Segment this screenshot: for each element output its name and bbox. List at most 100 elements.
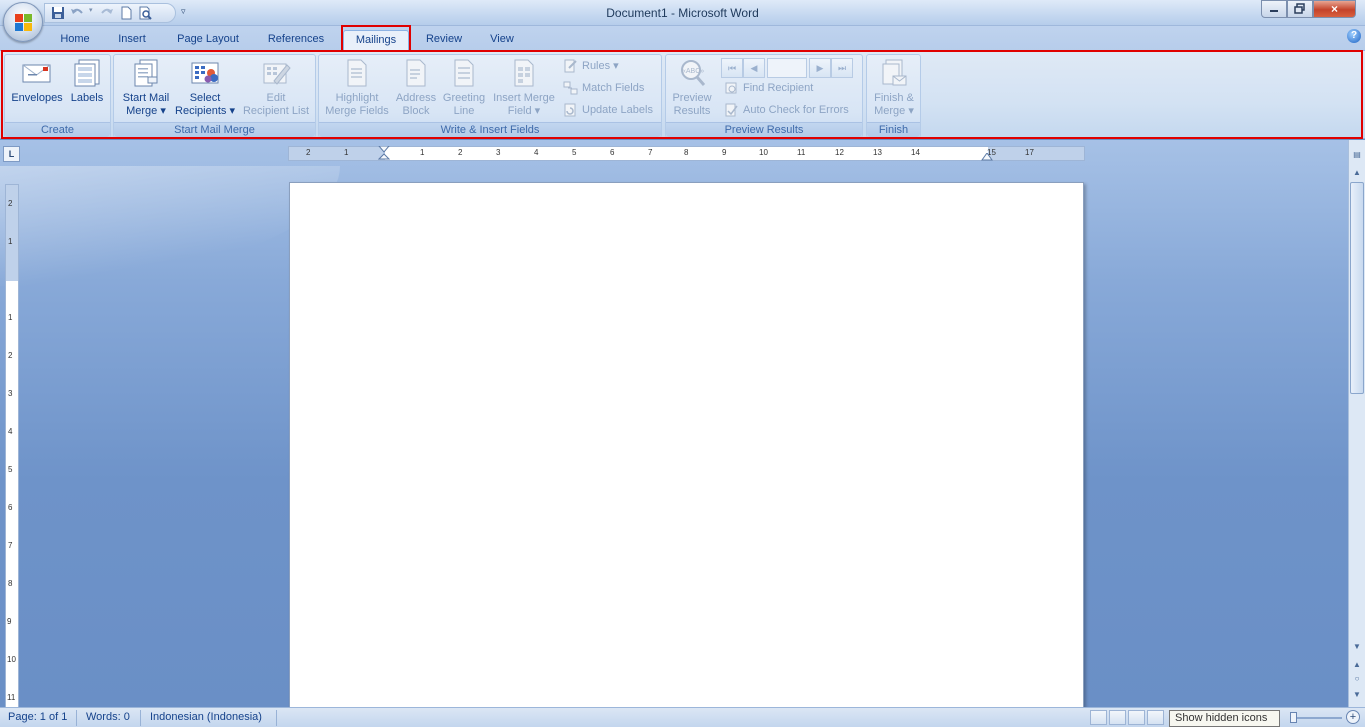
select-recipients-button[interactable]: Select Recipients ▾ <box>172 57 238 118</box>
tab-view[interactable]: View <box>480 30 524 50</box>
match-fields-icon <box>563 81 578 95</box>
start-mail-merge-label-2: Merge ▾ <box>126 105 166 117</box>
ruler-tick: 1 <box>8 237 13 246</box>
last-record-button[interactable]: ⏭ <box>831 58 853 78</box>
web-layout-button[interactable] <box>1128 710 1145 725</box>
select-browse-object-icon[interactable]: ○ <box>1350 672 1364 686</box>
ruler-tick: 1 <box>344 148 349 157</box>
language-indicator[interactable]: Indonesian (Indonesia) <box>150 711 262 723</box>
ruler-tick: 17 <box>1025 148 1034 157</box>
zoom-slider-thumb[interactable] <box>1290 712 1297 723</box>
labels-icon <box>74 59 100 87</box>
scroll-up-icon[interactable]: ▲ <box>1350 166 1364 180</box>
auto-check-errors-button[interactable]: Auto Check for Errors <box>724 101 849 119</box>
page-count[interactable]: Page: 1 of 1 <box>8 711 67 723</box>
group-finish: Finish & Merge ▾ Finish <box>866 54 921 138</box>
envelopes-label: Envelopes <box>11 92 63 104</box>
tab-insert[interactable]: Insert <box>108 30 156 50</box>
insert-merge-field-label-1: Insert Merge <box>493 92 555 104</box>
rules-button[interactable]: Rules ▾ <box>563 57 619 75</box>
record-number-input[interactable] <box>767 58 807 78</box>
select-recipients-icon <box>191 62 219 84</box>
preview-results-label-1: Preview <box>672 92 712 104</box>
edit-recipient-list-label-2: Recipient List <box>242 105 310 117</box>
outline-view-button[interactable] <box>1147 710 1164 725</box>
address-block-button[interactable]: Address Block <box>393 57 439 118</box>
document-area: L 2 1 1 2 3 4 5 6 7 8 9 10 11 12 13 14 1… <box>0 140 1348 707</box>
zoom-in-icon[interactable]: + <box>1346 710 1360 724</box>
select-recipients-label-1: Select <box>189 92 221 104</box>
group-preview-results-label: Preview Results <box>666 122 862 137</box>
help-icon[interactable]: ? <box>1347 29 1361 43</box>
tab-home[interactable]: Home <box>52 30 98 50</box>
start-mail-merge-icon <box>134 59 158 87</box>
indent-marker-icon[interactable] <box>378 146 390 162</box>
ruler-tick: 7 <box>648 148 653 157</box>
finish-merge-label-2: Merge ▾ <box>874 105 914 117</box>
envelopes-button[interactable]: Envelopes <box>7 57 67 105</box>
preview-results-icon: «ABC» <box>681 60 706 86</box>
tab-page-layout[interactable]: Page Layout <box>168 30 248 50</box>
insert-merge-field-button[interactable]: Insert Merge Field ▾ <box>489 57 559 118</box>
previous-record-button[interactable]: ◀ <box>743 58 765 78</box>
insert-merge-field-label-2: Field ▾ <box>507 105 541 117</box>
find-recipient-button[interactable]: Find Recipient <box>724 79 813 97</box>
tab-selector-button[interactable]: L <box>3 146 20 162</box>
vertical-ruler[interactable]: 2 1 1 2 3 4 5 6 7 8 9 10 11 <box>5 184 19 707</box>
first-record-button[interactable]: ⏮ <box>721 58 743 78</box>
status-separator <box>140 710 141 726</box>
preview-results-button[interactable]: «ABC» Preview Results <box>668 57 716 118</box>
minimize-icon <box>1270 10 1278 12</box>
document-page[interactable] <box>289 182 1084 707</box>
rules-label: Rules ▾ <box>582 60 619 72</box>
view-ruler-icon[interactable]: ▤ <box>1350 148 1364 162</box>
minimize-button[interactable] <box>1261 0 1287 18</box>
first-record-icon: ⏮ <box>727 62 737 73</box>
next-page-icon[interactable]: ▼ <box>1350 688 1364 702</box>
next-record-button[interactable]: ▶ <box>809 58 831 78</box>
rules-icon <box>564 59 577 73</box>
tab-mailings[interactable]: Mailings <box>343 30 409 50</box>
labels-button[interactable]: Labels <box>67 57 107 105</box>
word-count[interactable]: Words: 0 <box>86 711 130 723</box>
full-screen-reading-button[interactable] <box>1109 710 1126 725</box>
ruler-tick: 8 <box>684 148 689 157</box>
ruler-tick: 6 <box>610 148 615 157</box>
previous-page-icon[interactable]: ▲ <box>1350 658 1364 672</box>
greeting-line-button[interactable]: Greeting Line <box>439 57 489 118</box>
ruler-tick: 2 <box>8 351 13 360</box>
right-indent-marker-icon[interactable] <box>981 153 993 162</box>
close-button[interactable]: × <box>1313 0 1356 18</box>
tab-review[interactable]: Review <box>418 30 470 50</box>
office-button[interactable] <box>3 2 43 42</box>
restore-icon <box>1294 3 1305 14</box>
find-recipient-label: Find Recipient <box>743 82 814 94</box>
start-mail-merge-label-1: Start Mail <box>122 92 170 104</box>
start-mail-merge-button[interactable]: Start Mail Merge ▾ <box>116 57 176 118</box>
ribbon-tabs: Home Insert Page Layout References Maili… <box>0 26 1365 50</box>
status-separator <box>76 710 77 726</box>
horizontal-ruler[interactable]: 2 1 1 2 3 4 5 6 7 8 9 10 11 12 13 14 15 … <box>288 146 1085 161</box>
match-fields-button[interactable]: Match Fields <box>563 79 644 97</box>
auto-check-errors-label: Auto Check for Errors <box>743 104 849 116</box>
print-layout-view-button[interactable] <box>1090 710 1107 725</box>
vertical-scrollbar[interactable]: ▤ ▲ ▼ ▲ ○ ▼ <box>1348 140 1365 707</box>
scroll-down-icon[interactable]: ▼ <box>1350 640 1364 654</box>
ruler-tick: 1 <box>8 313 13 322</box>
finish-merge-button[interactable]: Finish & Merge ▾ <box>869 57 919 118</box>
group-create: Envelopes Labels Create <box>4 54 111 138</box>
tab-references[interactable]: References <box>258 30 334 50</box>
ruler-tick: 4 <box>534 148 539 157</box>
insert-merge-field-icon <box>514 59 534 87</box>
tooltip-show-hidden-icons: Show hidden icons <box>1169 710 1280 727</box>
restore-button[interactable] <box>1287 0 1313 18</box>
update-labels-button[interactable]: Update Labels <box>563 101 653 119</box>
ruler-right-margin <box>988 147 1084 160</box>
group-write-insert-fields-label: Write & Insert Fields <box>319 122 661 137</box>
zoom-slider[interactable] <box>1292 717 1342 719</box>
scrollbar-thumb[interactable] <box>1350 182 1364 394</box>
record-navigator: ⏮ ◀ ▶ ⏭ <box>721 58 853 78</box>
ruler-tick: 8 <box>8 579 13 588</box>
edit-recipient-list-button[interactable]: Edit Recipient List <box>238 57 314 118</box>
highlight-merge-fields-button[interactable]: Highlight Merge Fields <box>321 57 393 118</box>
